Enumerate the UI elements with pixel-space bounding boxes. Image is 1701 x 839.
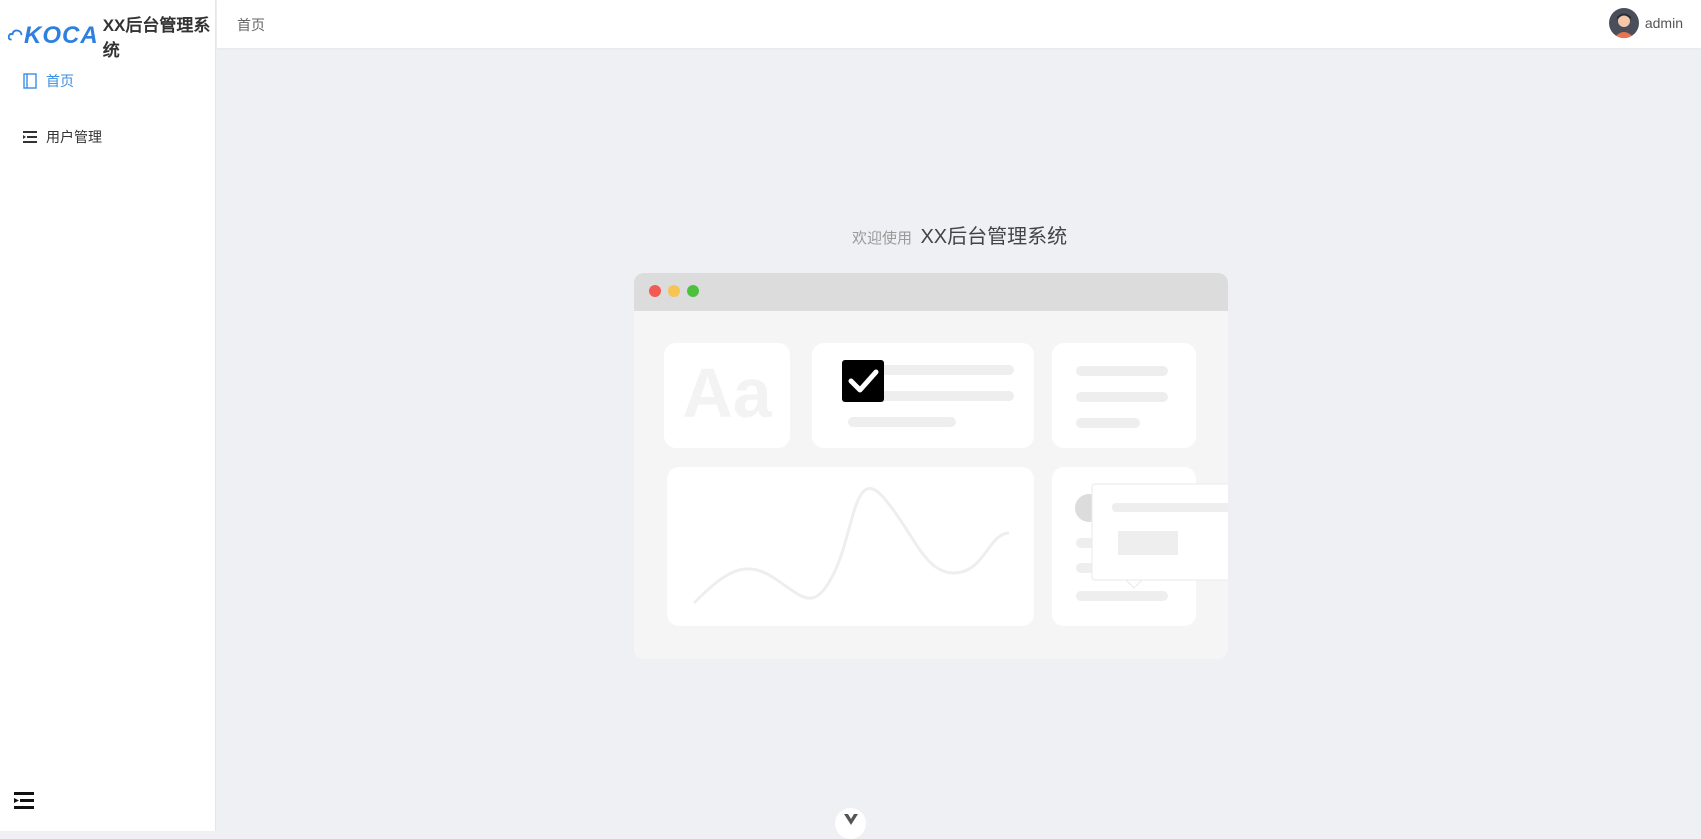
logo-mark: KOCA <box>24 22 99 49</box>
sidebar-item-label: 用户管理 <box>46 129 102 145</box>
avatar-icon <box>1608 8 1639 38</box>
welcome-title: XX后台管理系统 <box>920 226 1068 248</box>
sidebar: KOCA XX后台管理系统 首页 用户管理 <box>0 0 216 831</box>
logo-title: XX后台管理系统 <box>102 16 211 60</box>
welcome-prefix: 欢迎使用 <box>852 230 913 247</box>
fold-menu-icon[interactable] <box>14 792 36 814</box>
sidebar-item-users[interactable]: 用户管理 <box>0 117 215 157</box>
username: admin <box>1644 15 1683 31</box>
top-header: 首页 admin <box>217 0 1701 48</box>
logo[interactable]: KOCA XX后台管理系统 <box>8 16 215 60</box>
sidebar-item-label: 首页 <box>46 73 74 89</box>
user-menu[interactable]: admin <box>1608 8 1683 38</box>
breadcrumb[interactable]: 首页 <box>237 15 265 35</box>
checkbox-icon <box>842 360 884 402</box>
chevron-down-icon <box>843 814 858 825</box>
sidebar-item-home[interactable]: 首页 <box>0 61 215 101</box>
welcome-heading: 欢迎使用 XX后台管理系统 <box>852 220 1067 249</box>
maximize-dot-icon <box>687 285 699 297</box>
list-indent-icon <box>22 129 38 145</box>
notebook-icon <box>22 73 38 89</box>
scroll-down-handle[interactable] <box>835 808 866 839</box>
dashboard-illustration: Aa <box>634 273 1228 659</box>
close-dot-icon <box>649 285 661 297</box>
typography-card-text: Aa <box>682 354 773 432</box>
minimize-dot-icon <box>668 285 680 297</box>
